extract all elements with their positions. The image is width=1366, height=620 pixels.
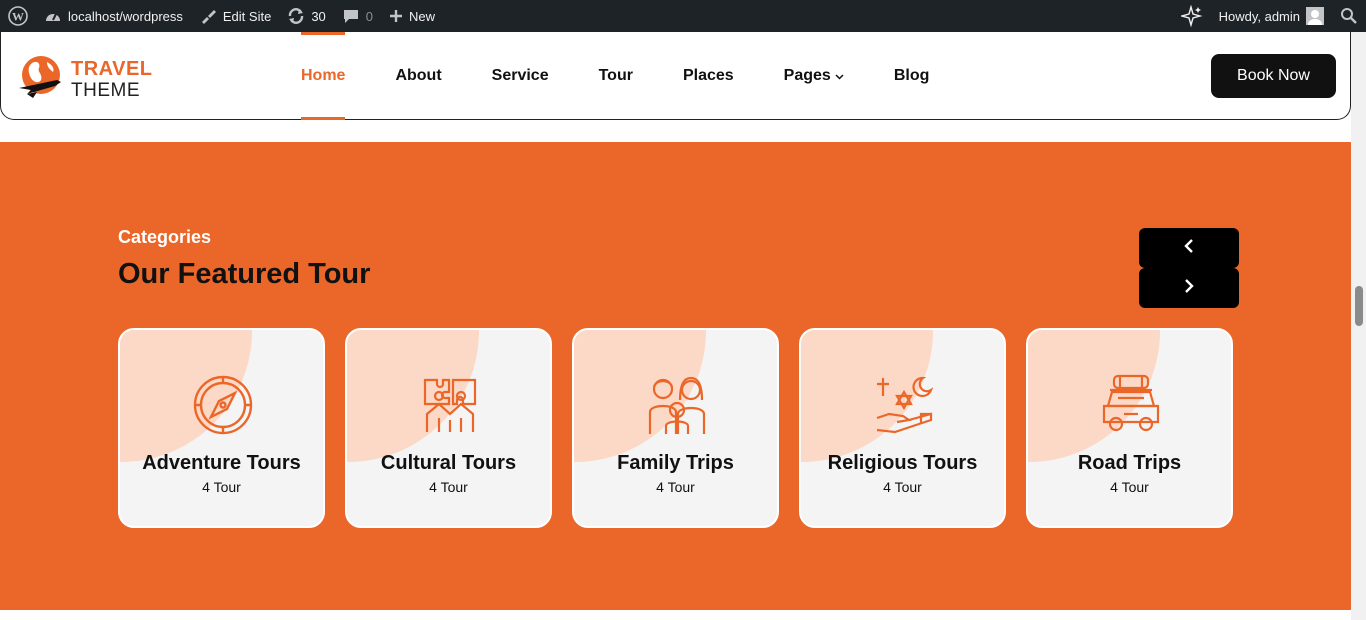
card-title: Cultural Tours: [380, 452, 517, 474]
cultural-icon: [419, 374, 481, 436]
card-count: 4 Tour: [429, 479, 468, 495]
site-name-link[interactable]: localhost/wordpress: [36, 0, 191, 32]
page-scrollbar[interactable]: [1351, 32, 1366, 620]
section-title: Our Featured Tour: [118, 258, 371, 290]
site-name: localhost/wordpress: [68, 8, 183, 24]
logo-line-2: THEME: [71, 79, 140, 101]
comments-count: 0: [365, 8, 374, 24]
book-now-button[interactable]: Book Now: [1211, 54, 1336, 98]
refresh-icon: [287, 8, 305, 24]
compass-icon: [192, 374, 254, 436]
carousel-next-button[interactable]: [1139, 268, 1239, 308]
chevron-left-icon: [1184, 238, 1194, 259]
edit-site-link[interactable]: Edit Site: [191, 0, 279, 32]
category-card[interactable]: Family Trips 4 Tour: [572, 328, 779, 528]
card-count: 4 Tour: [656, 479, 695, 495]
admin-bar: W localhost/wordpress Edit Site 30 0 New…: [0, 0, 1366, 32]
comments-link[interactable]: 0: [334, 0, 381, 32]
family-icon: [646, 374, 708, 436]
main-nav: Home About Service Tour Places Pages Blo…: [301, 32, 979, 120]
new-content-link[interactable]: New: [381, 0, 443, 32]
howdy-label: Howdy, admin: [1218, 8, 1300, 24]
nav-pages-label: Pages: [783, 67, 831, 84]
search-icon[interactable]: [1332, 0, 1366, 32]
chevron-down-icon: [835, 67, 844, 85]
nav-home[interactable]: Home: [301, 32, 346, 120]
section-label: Categories: [118, 227, 212, 247]
nav-tour[interactable]: Tour: [599, 32, 633, 120]
carousel-prev-button[interactable]: [1139, 228, 1239, 268]
chevron-right-icon: [1184, 278, 1194, 299]
religion-icon: [873, 374, 935, 436]
avatar: [1306, 7, 1324, 25]
category-cards: Adventure Tours 4 Tour Cultural Tours 4 …: [118, 328, 1253, 528]
site-header: TRAVEL THEME Home About Service Tour Pla…: [0, 32, 1351, 120]
card-count: 4 Tour: [1110, 479, 1149, 495]
comment-icon: [342, 8, 360, 24]
brush-icon: [199, 8, 217, 24]
featured-tour-section: Categories Our Featured Tour Adventure T…: [0, 142, 1351, 610]
wordpress-logo-icon[interactable]: W: [0, 0, 36, 32]
category-card[interactable]: Adventure Tours 4 Tour: [118, 328, 325, 528]
site-logo[interactable]: TRAVEL THEME: [17, 54, 153, 105]
car-icon: [1100, 374, 1162, 436]
nav-about[interactable]: About: [395, 32, 441, 120]
card-title: Family Trips: [617, 452, 734, 474]
category-card[interactable]: Religious Tours 4 Tour: [799, 328, 1006, 528]
card-title: Road Trips: [1077, 452, 1182, 474]
dashboard-icon: [44, 8, 62, 24]
globe-plane-icon: [17, 54, 67, 105]
nav-blog[interactable]: Blog: [894, 32, 930, 120]
sparkle-icon[interactable]: [1173, 0, 1211, 32]
category-card[interactable]: Cultural Tours 4 Tour: [345, 328, 552, 528]
account-menu[interactable]: Howdy, admin: [1211, 0, 1332, 32]
card-title: Religious Tours: [827, 452, 978, 474]
updates-link[interactable]: 30: [279, 0, 333, 32]
logo-line-1: TRAVEL: [71, 57, 153, 80]
svg-text:W: W: [12, 10, 24, 24]
card-title: Adventure Tours: [142, 452, 301, 474]
edit-site-label: Edit Site: [222, 8, 272, 24]
updates-count: 30: [311, 8, 326, 24]
card-count: 4 Tour: [883, 479, 922, 495]
new-label: New: [409, 8, 436, 24]
category-card[interactable]: Road Trips 4 Tour: [1026, 328, 1233, 528]
nav-places[interactable]: Places: [683, 32, 734, 120]
scrollbar-thumb[interactable]: [1355, 286, 1363, 326]
nav-pages[interactable]: Pages: [784, 32, 844, 120]
nav-service[interactable]: Service: [492, 32, 549, 120]
logo-text: TRAVEL THEME: [71, 58, 153, 102]
card-count: 4 Tour: [202, 479, 241, 495]
plus-icon: [389, 9, 403, 23]
